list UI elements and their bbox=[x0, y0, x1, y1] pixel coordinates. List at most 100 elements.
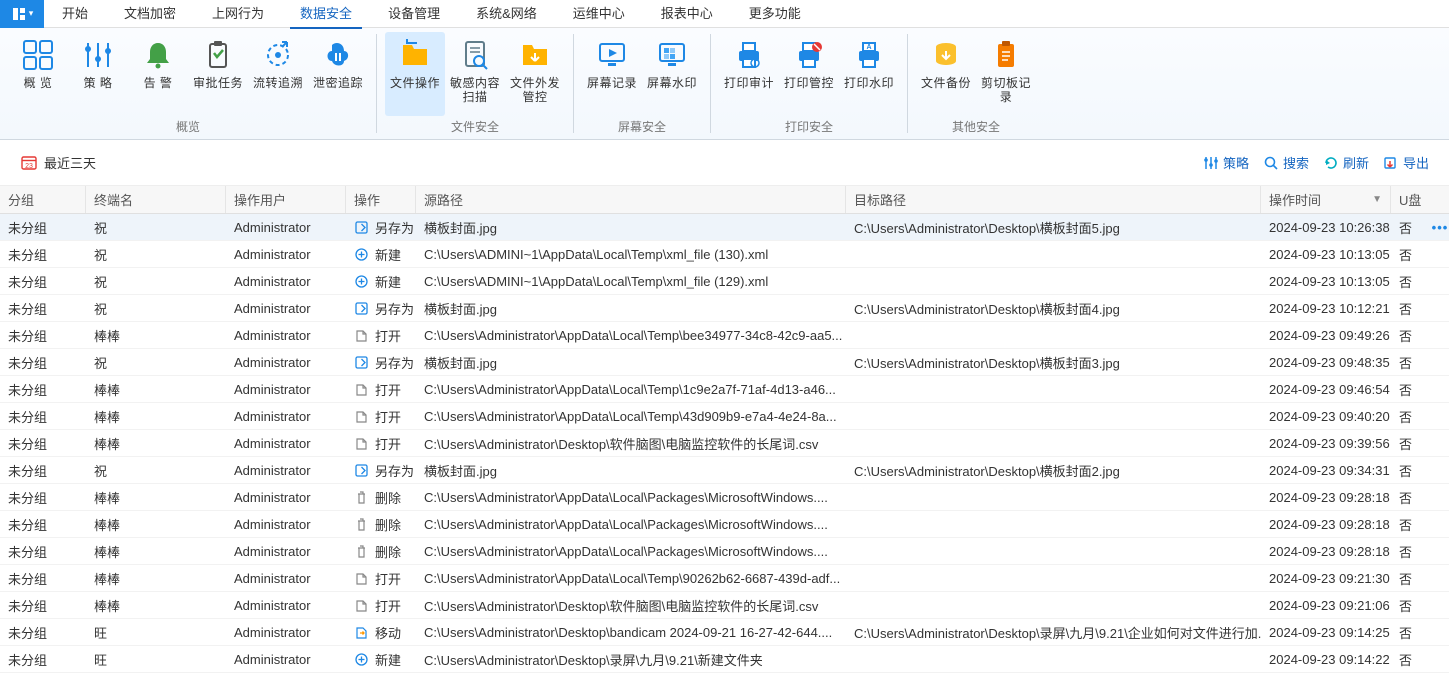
cell-operation: 另存为 bbox=[346, 457, 416, 483]
cell-user: Administrator bbox=[226, 403, 346, 429]
table-row[interactable]: 未分组祝Administrator新建C:\Users\ADMINI~1\App… bbox=[0, 268, 1449, 295]
cell-user: Administrator bbox=[226, 646, 346, 672]
cell-target bbox=[846, 538, 1261, 564]
ribbon-btn-sliders[interactable]: 策 略 bbox=[68, 32, 128, 116]
col-target-path[interactable]: 目标路径 bbox=[846, 186, 1261, 213]
cell-usb: 否 bbox=[1391, 592, 1431, 618]
ribbon-btn-leak[interactable]: 泄密追踪 bbox=[308, 32, 368, 116]
ribbon-btn-print-wm[interactable]: 打印水印 bbox=[839, 32, 899, 116]
toolbar-export-button[interactable]: 导出 bbox=[1383, 153, 1429, 172]
menu-item-5[interactable]: 系统&网络 bbox=[458, 0, 555, 28]
ribbon-group-label: 文件安全 bbox=[451, 116, 499, 139]
cell-time: 2024-09-23 09:28:18 bbox=[1261, 511, 1391, 537]
col-operation[interactable]: 操作 bbox=[346, 186, 416, 213]
file-operations-table: 分组 终端名 操作用户 操作 源路径 目标路径 操作时间▼ U盘 未分组祝Adm… bbox=[0, 186, 1449, 673]
col-group[interactable]: 分组 bbox=[0, 186, 86, 213]
ribbon-btn-folder-arrow[interactable]: 文件操作 bbox=[385, 32, 445, 116]
col-terminal[interactable]: 终端名 bbox=[86, 186, 226, 213]
menu-item-4[interactable]: 设备管理 bbox=[370, 0, 458, 28]
table-row[interactable]: 未分组棒棒Administrator打开C:\Users\Administrat… bbox=[0, 403, 1449, 430]
toolbar-search-button[interactable]: 搜索 bbox=[1263, 153, 1309, 172]
cell-time: 2024-09-23 09:28:18 bbox=[1261, 484, 1391, 510]
cell-user: Administrator bbox=[226, 349, 346, 375]
cell-source: C:\Users\Administrator\AppData\Local\Tem… bbox=[416, 565, 846, 591]
ribbon-btn-scan[interactable]: 敏感内容扫描 bbox=[445, 32, 505, 116]
ribbon-group-0: 概 览策 略告 警审批任务流转追溯泄密追踪概览 bbox=[0, 28, 376, 139]
cell-target bbox=[846, 484, 1261, 510]
delete-icon bbox=[354, 490, 369, 505]
cell-terminal: 祝 bbox=[86, 241, 226, 267]
cell-time: 2024-09-23 09:21:30 bbox=[1261, 565, 1391, 591]
screen-rec-icon bbox=[595, 38, 629, 72]
cell-time: 2024-09-23 10:13:05 bbox=[1261, 241, 1391, 267]
ribbon-btn-clipboard-rec[interactable]: 剪切板记录 bbox=[976, 32, 1036, 116]
ribbon-btn-folder-out[interactable]: 文件外发管控 bbox=[505, 32, 565, 116]
cell-usb: 否 bbox=[1391, 268, 1431, 294]
cell-time: 2024-09-23 09:48:35 bbox=[1261, 349, 1391, 375]
cell-target bbox=[846, 592, 1261, 618]
col-time[interactable]: 操作时间▼ bbox=[1261, 186, 1391, 213]
ribbon-btn-clipboard[interactable]: 审批任务 bbox=[188, 32, 248, 116]
table-row[interactable]: 未分组祝Administrator另存为横板封面.jpgC:\Users\Adm… bbox=[0, 457, 1449, 484]
cell-operation: 打开 bbox=[346, 430, 416, 456]
table-row[interactable]: 未分组旺Administrator移动C:\Users\Administrato… bbox=[0, 619, 1449, 646]
ribbon-btn-print-audit[interactable]: 打印审计 bbox=[719, 32, 779, 116]
menu-item-1[interactable]: 文档加密 bbox=[106, 0, 194, 28]
cell-terminal: 祝 bbox=[86, 349, 226, 375]
cell-target: C:\Users\Administrator\Desktop\横板封面3.jpg bbox=[846, 349, 1261, 375]
menu-item-2[interactable]: 上网行为 bbox=[194, 0, 282, 28]
table-row[interactable]: 未分组旺Administrator新建C:\Users\Administrato… bbox=[0, 646, 1449, 673]
cell-usb: 否 bbox=[1391, 376, 1431, 402]
cell-usb: 否 bbox=[1391, 565, 1431, 591]
table-row[interactable]: 未分组棒棒Administrator删除C:\Users\Administrat… bbox=[0, 511, 1449, 538]
toolbar-sliders-button[interactable]: 策略 bbox=[1203, 153, 1249, 172]
menu-item-0[interactable]: 开始 bbox=[44, 0, 106, 28]
table-row[interactable]: 未分组棒棒Administrator删除C:\Users\Administrat… bbox=[0, 538, 1449, 565]
ribbon-btn-trace[interactable]: 流转追溯 bbox=[248, 32, 308, 116]
table-row[interactable]: 未分组棒棒Administrator删除C:\Users\Administrat… bbox=[0, 484, 1449, 511]
ribbon-btn-bell[interactable]: 告 警 bbox=[128, 32, 188, 116]
ribbon-btn-overview[interactable]: 概 览 bbox=[8, 32, 68, 116]
table-row[interactable]: 未分组祝Administrator另存为横板封面.jpgC:\Users\Adm… bbox=[0, 214, 1449, 241]
cell-usb: 否 bbox=[1391, 538, 1431, 564]
table-row[interactable]: 未分组祝Administrator另存为横板封面.jpgC:\Users\Adm… bbox=[0, 295, 1449, 322]
ribbon-btn-label: 敏感内容扫描 bbox=[445, 76, 505, 104]
table-row[interactable]: 未分组祝Administrator另存为横板封面.jpgC:\Users\Adm… bbox=[0, 349, 1449, 376]
app-menu-button[interactable]: ▾ bbox=[0, 0, 44, 28]
ribbon-btn-label: 流转追溯 bbox=[253, 76, 303, 90]
scan-icon bbox=[458, 38, 492, 72]
table-row[interactable]: 未分组棒棒Administrator打开C:\Users\Administrat… bbox=[0, 592, 1449, 619]
ribbon-group-label: 概览 bbox=[176, 116, 200, 139]
open-icon bbox=[354, 598, 369, 613]
menu-item-3[interactable]: 数据安全 bbox=[282, 0, 370, 28]
menu-item-8[interactable]: 更多功能 bbox=[731, 0, 819, 28]
table-row[interactable]: 未分组棒棒Administrator打开C:\Users\Administrat… bbox=[0, 376, 1449, 403]
open-icon bbox=[354, 328, 369, 343]
menu-item-7[interactable]: 报表中心 bbox=[643, 0, 731, 28]
cell-terminal: 棒棒 bbox=[86, 403, 226, 429]
col-user[interactable]: 操作用户 bbox=[226, 186, 346, 213]
table-row[interactable]: 未分组棒棒Administrator打开C:\Users\Administrat… bbox=[0, 322, 1449, 349]
bell-icon bbox=[141, 38, 175, 72]
ribbon-group-1: 文件操作敏感内容扫描文件外发管控文件安全 bbox=[377, 28, 573, 139]
menu-item-6[interactable]: 运维中心 bbox=[555, 0, 643, 28]
toolbar-refresh-button[interactable]: 刷新 bbox=[1323, 153, 1369, 172]
cell-time: 2024-09-23 09:28:18 bbox=[1261, 538, 1391, 564]
table-row[interactable]: 未分组祝Administrator新建C:\Users\ADMINI~1\App… bbox=[0, 241, 1449, 268]
row-actions-button[interactable]: ••• bbox=[1431, 214, 1449, 240]
ribbon-btn-label: 打印水印 bbox=[844, 76, 894, 90]
backup-icon bbox=[929, 38, 963, 72]
cell-usb: 否 bbox=[1391, 295, 1431, 321]
col-source-path[interactable]: 源路径 bbox=[416, 186, 846, 213]
ribbon-btn-label: 泄密追踪 bbox=[313, 76, 363, 90]
ribbon-btn-screen-rec[interactable]: 屏幕记录 bbox=[582, 32, 642, 116]
ribbon-btn-watermark[interactable]: 屏幕水印 bbox=[642, 32, 702, 116]
table-row[interactable]: 未分组棒棒Administrator打开C:\Users\Administrat… bbox=[0, 565, 1449, 592]
col-usb[interactable]: U盘 bbox=[1391, 186, 1431, 213]
ribbon-btn-backup[interactable]: 文件备份 bbox=[916, 32, 976, 116]
table-row[interactable]: 未分组棒棒Administrator打开C:\Users\Administrat… bbox=[0, 430, 1449, 457]
date-filter[interactable]: 最近三天 bbox=[20, 153, 96, 172]
ribbon-btn-print-ctrl[interactable]: 打印管控 bbox=[779, 32, 839, 116]
cell-time: 2024-09-23 09:14:25 bbox=[1261, 619, 1391, 645]
cell-target: C:\Users\Administrator\Desktop\横板封面4.jpg bbox=[846, 295, 1261, 321]
